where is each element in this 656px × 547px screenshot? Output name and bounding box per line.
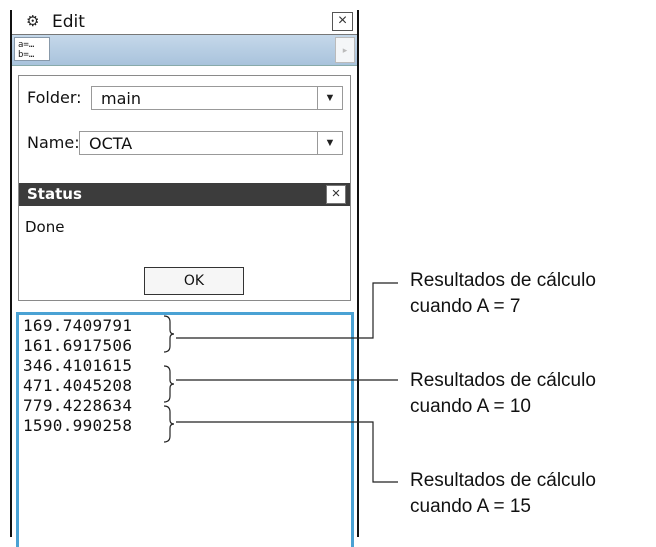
name-value: OCTA: [89, 134, 133, 153]
callout-a10: Resultados de cálculo cuando A = 10: [410, 368, 596, 420]
edit-dialog: Folder: main ▼ Name: OCTA ▼ Status × Don…: [18, 75, 351, 301]
callout-a7: Resultados de cálculo cuando A = 7: [410, 268, 596, 320]
status-bar: Status ×: [19, 183, 350, 206]
result-line: 779.4228634: [23, 396, 133, 415]
name-select[interactable]: OCTA ▼: [79, 131, 343, 155]
result-line: 346.4101615: [23, 356, 133, 375]
result-line: 471.4045208: [23, 376, 133, 395]
variable-button-line1: a=…: [18, 40, 35, 50]
result-line: 1590.990258: [23, 416, 133, 435]
result-line: 161.6917506: [23, 336, 133, 355]
title-bar: ⚙ Edit ×: [12, 10, 357, 35]
chevron-down-icon[interactable]: ▼: [317, 132, 342, 154]
callout-line: cuando A = 10: [410, 396, 531, 417]
callout-line: cuando A = 15: [410, 496, 531, 517]
toolbar-scroll-right-button[interactable]: ▸: [335, 37, 355, 63]
window-title: Edit: [52, 12, 85, 32]
callout-line: cuando A = 7: [410, 296, 521, 317]
results-area: 169.7409791 161.6917506 346.4101615 471.…: [16, 312, 354, 547]
folder-value: main: [101, 89, 141, 108]
status-message: Done: [25, 218, 65, 236]
folder-select[interactable]: main ▼: [91, 86, 343, 110]
callout-line: Resultados de cálculo: [410, 470, 596, 491]
callout-line: Resultados de cálculo: [410, 370, 596, 391]
status-close-button[interactable]: ×: [326, 185, 346, 204]
name-label: Name:: [27, 133, 80, 152]
close-button[interactable]: ×: [332, 12, 353, 31]
toolbar: a=… b=… ▸: [12, 35, 357, 66]
variable-button[interactable]: a=… b=…: [14, 37, 50, 61]
status-title: Status: [27, 185, 82, 203]
result-line: 169.7409791: [23, 316, 133, 335]
callout-line: Resultados de cálculo: [410, 270, 596, 291]
calculator-screen: ⚙ Edit × a=… b=… ▸ Folder: main ▼ Name: …: [10, 10, 359, 547]
variable-button-line2: b=…: [18, 50, 35, 60]
chevron-down-icon[interactable]: ▼: [317, 87, 342, 109]
folder-label: Folder:: [27, 88, 82, 107]
callout-a15: Resultados de cálculo cuando A = 15: [410, 468, 596, 520]
ok-button[interactable]: OK: [144, 267, 244, 295]
gear-icon[interactable]: ⚙: [26, 13, 39, 31]
